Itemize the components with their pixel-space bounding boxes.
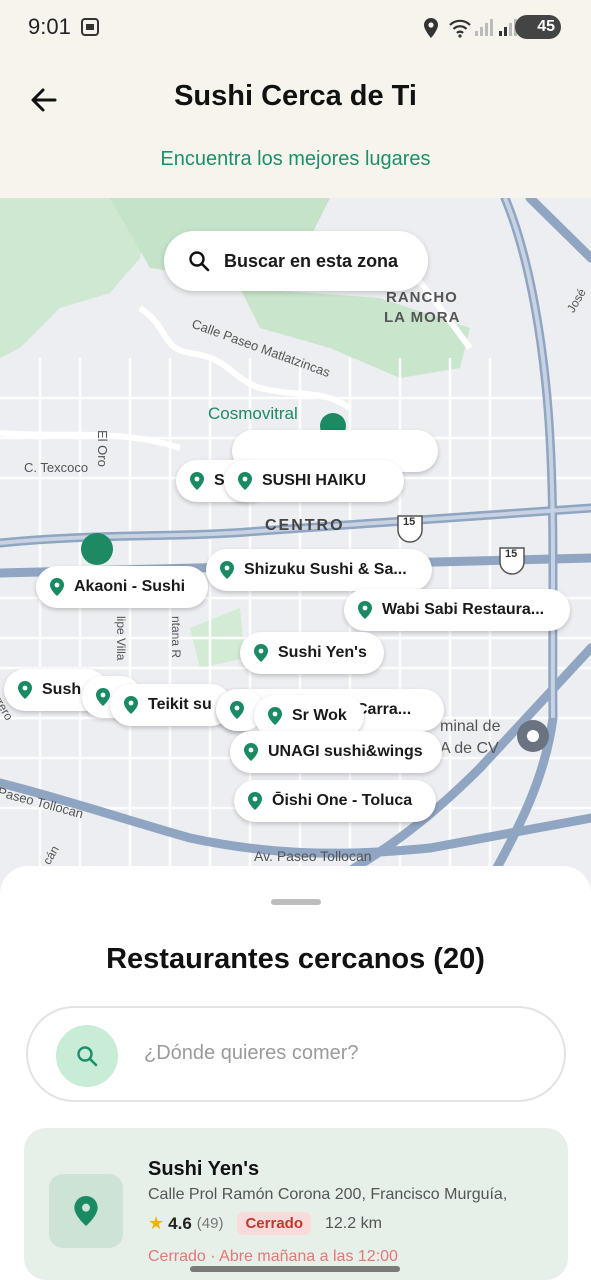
gesture-nav-bar[interactable]	[190, 1266, 400, 1272]
page-title: Sushi Cerca de Ti	[174, 80, 417, 112]
map-pin-label: Akaoni - Sushi	[74, 578, 186, 595]
map-pin-sushi-yens[interactable]: Sushi Yen's	[240, 632, 384, 674]
location-pin-icon	[124, 696, 138, 714]
map-pin-label: Sushi Yen's	[278, 644, 367, 661]
map-pin-sushi-haiku[interactable]: SUSHI HAIKU	[224, 460, 404, 502]
location-pin-icon	[230, 701, 244, 719]
location-pin-icon	[238, 472, 252, 490]
location-pin-icon	[248, 792, 262, 810]
search-button[interactable]	[56, 1025, 118, 1087]
map-label-centro: CENTRO	[265, 517, 345, 534]
location-pin-icon	[74, 1196, 98, 1226]
location-pin-icon	[244, 743, 258, 761]
location-icon	[424, 18, 438, 38]
restaurant-name: Sushi Yen's	[148, 1158, 260, 1180]
map-label-quintana: ntana R	[169, 616, 183, 659]
map-pin-oishi-one[interactable]: Ōishi One - Toluca	[234, 780, 436, 822]
restaurant-review-count: (49)	[196, 1215, 224, 1232]
restaurants-bottom-sheet: Restaurantes cercanos (20) ¿Dónde quiere…	[0, 866, 591, 1280]
location-pin-icon	[18, 681, 32, 699]
map-pin-label: Sush	[42, 681, 82, 698]
location-pin-icon	[190, 472, 204, 490]
restaurant-rating: 4.6	[168, 1213, 192, 1233]
screenshot-icon	[81, 18, 99, 36]
map-label-texcoco: C. Texcoco	[24, 460, 89, 475]
sheet-drag-handle[interactable]	[271, 899, 321, 905]
map-pin-label: Sr Wok	[292, 707, 347, 724]
map-pin-akaoni[interactable]: Akaoni - Sushi	[36, 566, 208, 608]
map-label-la-mora: LA MORA	[384, 309, 461, 326]
battery-indicator: 45	[515, 15, 561, 39]
star-icon: ★	[148, 1213, 165, 1233]
map-label-rancho: RANCHO	[386, 289, 458, 306]
map-label-sa-de-cv: A de CV	[440, 740, 499, 757]
app-header: Sushi Cerca de Ti Encuentra los mejores …	[0, 56, 591, 198]
map-pin-label: Wabi Sabi Restaura...	[382, 601, 545, 618]
search-placeholder: ¿Dónde quieres comer?	[144, 1042, 359, 1064]
location-pin-icon	[96, 688, 110, 706]
map-pin-label: SUSHI HAIKU	[262, 472, 367, 489]
map-pin-unagi[interactable]: UNAGI sushi&wings	[230, 731, 442, 773]
search-area-label: Buscar en esta zona	[224, 250, 399, 271]
map-label-shield-15: 15	[403, 516, 416, 528]
map-pin-label: UNAGI sushi&wings	[268, 743, 423, 760]
map-view[interactable]: RANCHO LA MORA Calle Paseo Matlatzincas …	[0, 198, 591, 898]
restaurant-hours-status: Cerrado · Abre mañana a las 12:00	[148, 1248, 398, 1265]
location-pin-icon	[254, 644, 268, 662]
search-icon	[77, 1046, 98, 1067]
restaurant-distance: 12.2 km	[325, 1214, 382, 1232]
map-label-terminal: minal de	[440, 718, 501, 735]
map-pin-label: Shizuku Sushi & Sa...	[244, 561, 407, 578]
restaurant-search-input[interactable]: ¿Dónde quieres comer?	[26, 1006, 566, 1102]
map-label-felipe-villa: lipe Villa	[114, 616, 128, 661]
signal-icon	[475, 19, 493, 36]
restaurant-card[interactable]: Sushi Yen's Calle Prol Ramón Corona 200,…	[24, 1128, 568, 1280]
sheet-title: Restaurantes cercanos (20)	[106, 943, 485, 975]
location-pin-icon	[50, 578, 64, 596]
restaurant-thumbnail	[49, 1174, 123, 1248]
location-pin-icon	[220, 561, 234, 579]
map-pin-label: Teikit su	[148, 696, 212, 713]
map-label-cosmovitral: Cosmovitral	[208, 404, 298, 423]
battery-level: 45	[537, 18, 555, 35]
map-label-av-paseo-tollocan: Av. Paseo Tollocan	[254, 848, 372, 864]
map-pin-label: Ōishi One - Toluca	[272, 792, 413, 809]
map-label-el-oro: El Oro	[95, 430, 110, 467]
map-pin-shizuku[interactable]: Shizuku Sushi & Sa...	[206, 549, 432, 591]
map-pin-label: Carra...	[356, 701, 412, 718]
wifi-icon	[449, 19, 471, 38]
status-badge: Cerrado	[237, 1212, 311, 1235]
status-bar: 9:01 45	[0, 0, 591, 56]
location-pin-icon	[358, 601, 372, 619]
map-pin-teikit[interactable]: Teikit su	[110, 684, 232, 726]
status-time: 9:01	[28, 14, 71, 39]
map-pin-wabi-sabi[interactable]: Wabi Sabi Restaura...	[344, 589, 570, 631]
page-subtitle: Encuentra los mejores lugares	[160, 148, 431, 170]
search-icon	[189, 251, 210, 272]
location-pin-icon	[268, 707, 282, 725]
restaurant-address: Calle Prol Ramón Corona 200, Francisco M…	[148, 1186, 508, 1203]
search-area-button[interactable]: Buscar en esta zona	[164, 231, 428, 291]
restaurant-meta: ★ 4.6 (49) Cerrado 12.2 km	[148, 1212, 382, 1235]
map-label-shield-15b: 15	[505, 548, 518, 560]
